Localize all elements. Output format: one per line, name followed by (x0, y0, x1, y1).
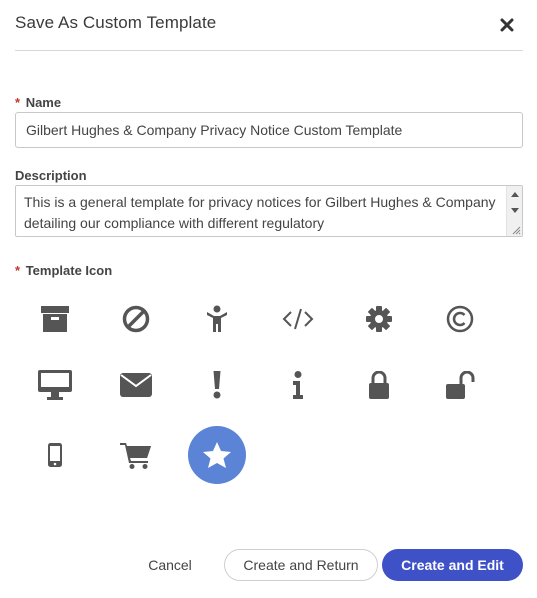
description-label: Description (15, 168, 87, 183)
template-icon-grid (15, 290, 523, 490)
template-icon-label-text: Template Icon (25, 263, 113, 278)
name-input[interactable] (15, 112, 523, 148)
save-template-dialog: Save As Custom Template * Name Descripti… (0, 0, 537, 598)
shopping-cart-icon[interactable] (107, 426, 165, 484)
gear-icon[interactable] (350, 290, 408, 348)
description-text: This is a general template for privacy n… (24, 194, 496, 231)
close-icon[interactable] (499, 17, 515, 33)
template-icon-label: * Template Icon (15, 263, 112, 278)
required-marker: * (15, 263, 21, 278)
dialog-title: Save As Custom Template (15, 13, 217, 32)
exclamation-icon[interactable] (188, 356, 246, 414)
code-icon[interactable] (269, 290, 327, 348)
child-figure-icon[interactable] (188, 290, 246, 348)
name-label: * Name (15, 95, 61, 110)
resize-grip-icon[interactable] (511, 225, 521, 235)
create-and-return-button[interactable]: Create and Return (224, 549, 378, 581)
cancel-button[interactable]: Cancel (140, 549, 200, 581)
name-label-text: Name (25, 95, 62, 110)
envelope-icon[interactable] (107, 356, 165, 414)
dialog-header: Save As Custom Template (15, 0, 523, 51)
star-icon[interactable] (188, 426, 246, 484)
desktop-monitor-icon[interactable] (26, 356, 84, 414)
ban-icon[interactable] (107, 290, 165, 348)
required-marker: * (15, 95, 21, 110)
lock-icon[interactable] (350, 356, 408, 414)
scroll-up-arrow-icon[interactable] (511, 192, 519, 197)
description-textarea[interactable]: This is a general template for privacy n… (15, 185, 523, 237)
copyright-icon[interactable] (431, 290, 489, 348)
info-icon[interactable] (269, 356, 327, 414)
unlock-icon[interactable] (431, 356, 489, 414)
mobile-phone-icon[interactable] (26, 426, 84, 484)
create-and-edit-button[interactable]: Create and Edit (382, 549, 523, 581)
scroll-down-arrow-icon[interactable] (511, 208, 519, 213)
archive-box-icon[interactable] (26, 290, 84, 348)
description-label-text: Description (15, 168, 87, 183)
